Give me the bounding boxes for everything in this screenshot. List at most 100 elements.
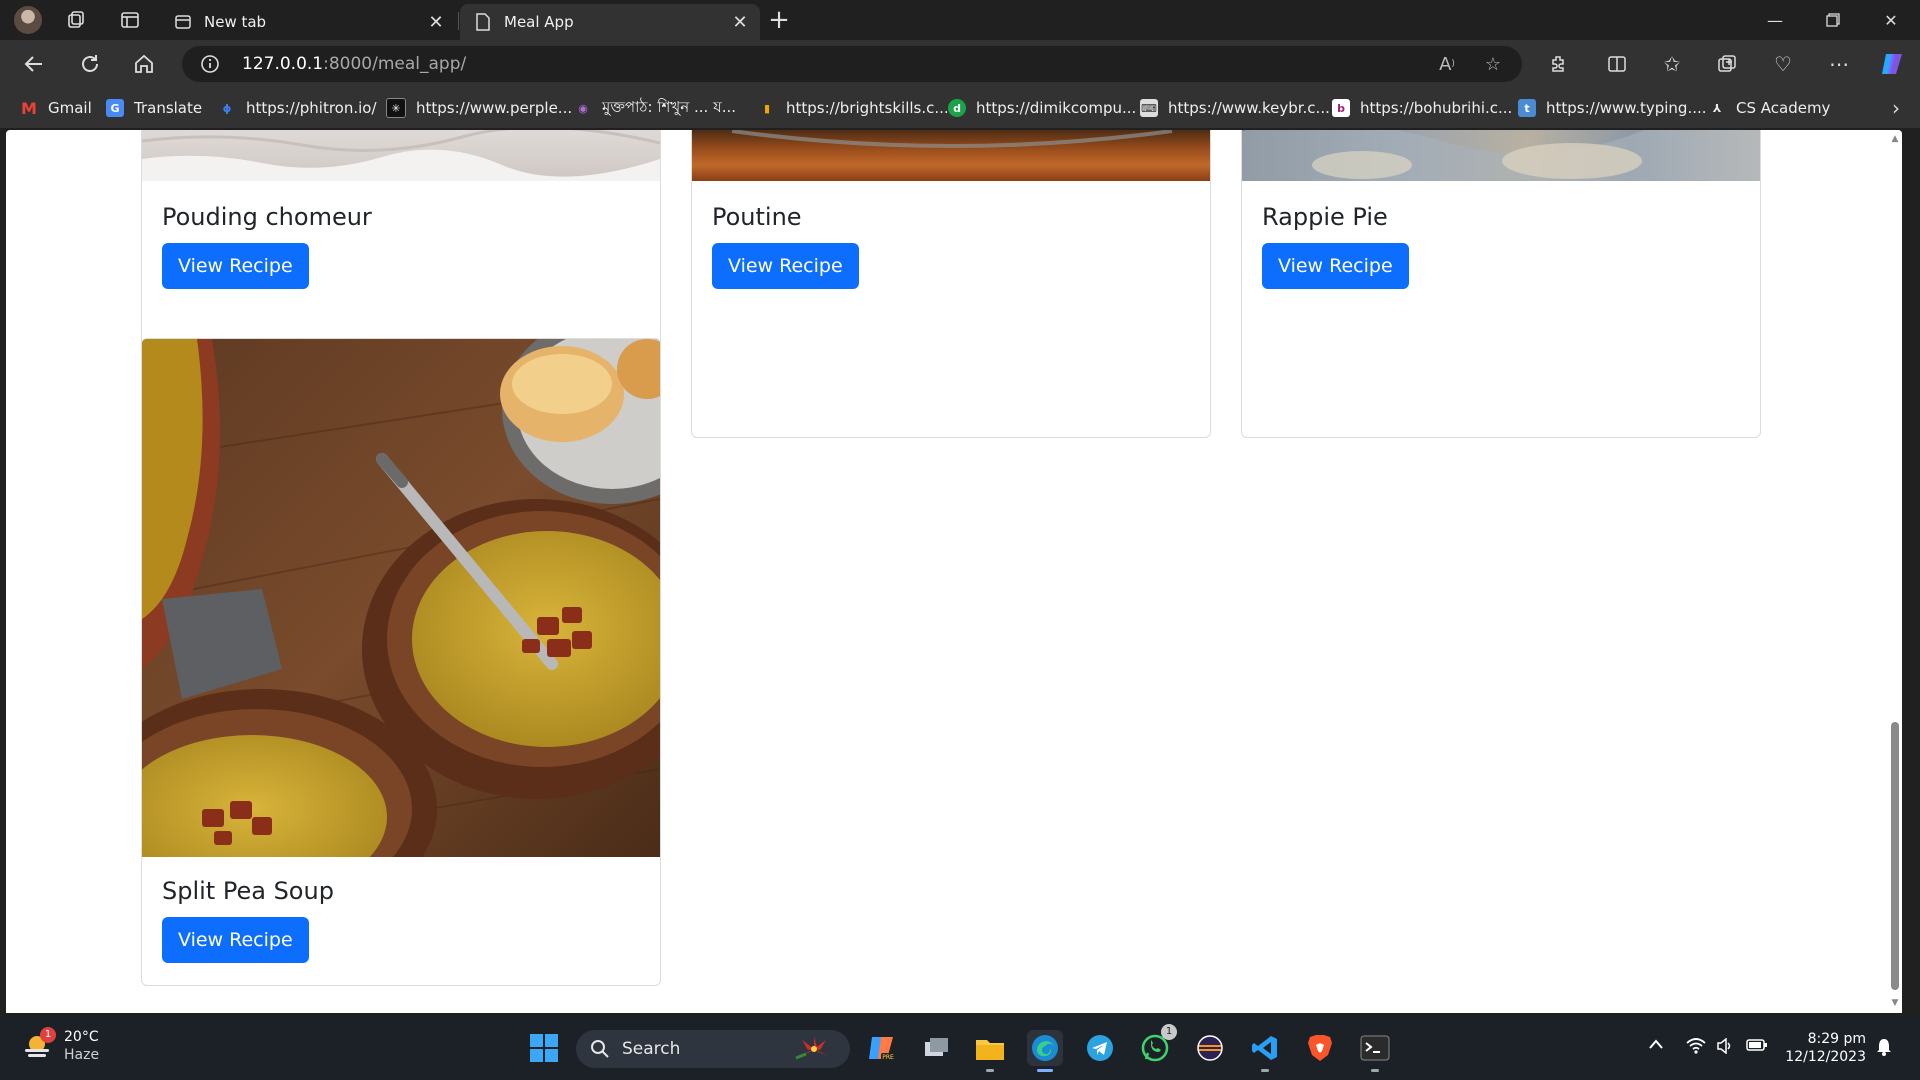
minimize-button[interactable]: — — [1746, 0, 1804, 40]
meal-image — [692, 130, 1210, 181]
bookmark-bohubrihi[interactable]: b https://bohubrihi.c... — [1332, 98, 1512, 118]
battery-icon[interactable] — [1746, 1038, 1768, 1056]
bohubrihi-icon: b — [1332, 99, 1350, 117]
bookmark-dimik[interactable]: d https://dimikcompu... — [948, 98, 1136, 118]
favorite-star-icon[interactable]: ☆ — [1478, 53, 1508, 75]
more-options-icon[interactable]: ⋯ — [1822, 48, 1856, 80]
svg-text:PRE: PRE — [882, 1054, 894, 1061]
tab-new-tab[interactable]: New tab ✕ — [160, 4, 456, 40]
extensions-icon[interactable] — [1541, 48, 1575, 80]
chevron-right-icon[interactable]: › — [1892, 96, 1900, 120]
copilot-preview-app-icon[interactable]: PRE — [864, 1030, 900, 1066]
brightskills-icon: ▮ — [763, 101, 771, 115]
volume-icon[interactable] — [1716, 1037, 1734, 1058]
restore-button[interactable] — [1804, 0, 1862, 40]
meal-name: Poutine — [712, 203, 802, 231]
bookmark-brightskills[interactable]: ▮ https://brightskills.c... — [758, 98, 949, 118]
csacademy-icon: ⅄ — [1712, 101, 1722, 115]
search-label: Search — [622, 1039, 681, 1059]
address-bar[interactable]: 127.0.0.1:8000/meal_app/ A) ☆ — [182, 46, 1522, 82]
muktopaath-icon: ◉ — [578, 101, 588, 115]
scroll-down-icon[interactable]: ▼ — [1890, 998, 1900, 1008]
bookmark-typing[interactable]: t https://www.typing.... — [1518, 98, 1707, 118]
meal-card: Rappie Pie View Recipe — [1241, 130, 1761, 438]
view-recipe-button[interactable]: View Recipe — [712, 243, 859, 289]
meal-name: Rappie Pie — [1262, 203, 1388, 231]
bookmark-csacademy[interactable]: ⅄ CS Academy — [1708, 98, 1831, 118]
close-tab-icon[interactable]: ✕ — [726, 8, 754, 36]
perplexity-icon: ✳ — [386, 98, 406, 118]
running-indicator — [1371, 1069, 1379, 1072]
refresh-button[interactable] — [72, 48, 108, 80]
running-indicator — [986, 1069, 994, 1072]
meal-image — [142, 130, 660, 181]
close-tab-icon[interactable]: ✕ — [422, 8, 450, 36]
brave-browser-icon[interactable] — [1302, 1030, 1338, 1066]
bookmark-translate[interactable]: G Translate — [106, 98, 202, 118]
bookmark-phitron[interactable]: ϕ https://phitron.io/ — [218, 98, 377, 118]
terminal-icon[interactable] — [1357, 1030, 1393, 1072]
bookmark-perplexity[interactable]: ✳ https://www.perple... — [386, 98, 572, 118]
task-view-app-icon[interactable] — [918, 1030, 954, 1066]
browser-essentials-icon[interactable]: ♡ — [1766, 48, 1800, 80]
vscode-icon[interactable] — [1247, 1030, 1283, 1072]
typing-icon: t — [1518, 99, 1536, 117]
profile-avatar[interactable] — [14, 6, 42, 34]
edge-browser-icon[interactable] — [1027, 1030, 1063, 1072]
whatsapp-badge: 1 — [1161, 1024, 1177, 1040]
clock-time: 8:29 pm — [1807, 1031, 1866, 1047]
active-indicator — [1037, 1069, 1053, 1072]
telegram-icon[interactable] — [1082, 1030, 1118, 1066]
collections-icon[interactable] — [1710, 48, 1744, 80]
view-recipe-button[interactable]: View Recipe — [1262, 243, 1409, 289]
weather-badge: 1 — [40, 1027, 56, 1043]
close-window-button[interactable]: ✕ — [1862, 0, 1920, 40]
url-text: 127.0.0.1:8000/meal_app/ — [242, 54, 467, 74]
site-info-icon[interactable] — [200, 54, 220, 74]
keybr-icon: ⌨ — [1140, 99, 1158, 117]
new-tab-button[interactable]: + — [764, 6, 794, 36]
tab-divider — [458, 12, 459, 30]
weather-widget[interactable]: 1 20°C Haze — [22, 1027, 99, 1064]
dimik-icon: d — [948, 99, 966, 117]
new-tab-page-icon — [174, 13, 192, 31]
bookmark-gmail[interactable]: M Gmail — [20, 98, 92, 118]
split-screen-icon[interactable] — [1600, 48, 1634, 80]
meal-card: Split Pea Soup View Recipe — [141, 338, 661, 986]
tab-title: New tab — [204, 13, 267, 31]
read-aloud-icon[interactable]: A) — [1432, 53, 1462, 75]
bookmark-muktopaath[interactable]: ◉ মুক্তপাঠ: শিখুন ... য... — [574, 98, 736, 118]
tab-title: Meal App — [504, 13, 574, 31]
copilot-icon[interactable] — [1876, 48, 1910, 80]
back-button[interactable] — [16, 48, 52, 80]
phitron-icon: ϕ — [222, 101, 232, 115]
scrollbar-thumb[interactable] — [1891, 722, 1899, 990]
meal-image — [1242, 130, 1760, 181]
favorites-icon[interactable]: ✩ — [1655, 48, 1689, 80]
file-explorer-icon[interactable] — [972, 1030, 1008, 1072]
gmail-icon: M — [21, 98, 37, 118]
eclipse-icon[interactable] — [1192, 1030, 1228, 1066]
meal-name: Pouding chomeur — [162, 203, 372, 231]
page-scrollbar[interactable]: ▲ ▼ — [1888, 130, 1902, 1013]
show-hidden-icons-chevron-icon[interactable] — [1648, 1038, 1664, 1054]
workspaces-icon[interactable] — [64, 8, 88, 32]
translate-icon: G — [106, 99, 124, 117]
weather-haze-icon: 1 — [22, 1027, 56, 1061]
tab-meal-app[interactable]: Meal App ✕ — [460, 4, 760, 40]
notification-bell-icon[interactable] — [1876, 1038, 1892, 1060]
start-button[interactable] — [526, 1030, 562, 1066]
bookmark-keybr[interactable]: ⌨ https://www.keybr.c... — [1140, 98, 1330, 118]
taskbar-clock[interactable]: 8:29 pm 12/12/2023 — [1785, 1030, 1866, 1066]
taskbar-search[interactable]: Search — [576, 1030, 850, 1068]
view-recipe-button[interactable]: View Recipe — [162, 243, 309, 289]
wifi-icon[interactable] — [1686, 1038, 1706, 1058]
view-recipe-button[interactable]: View Recipe — [162, 917, 309, 963]
meal-image — [142, 339, 660, 857]
whatsapp-icon[interactable]: 1 — [1137, 1024, 1177, 1066]
home-button[interactable] — [126, 48, 162, 80]
vertical-tabs-icon[interactable] — [118, 8, 142, 32]
scroll-up-icon[interactable]: ▲ — [1890, 134, 1900, 144]
clock-date: 12/12/2023 — [1785, 1049, 1866, 1065]
taskbar: 1 20°C Haze Search PRE 1 8:29 pm 12/12/2… — [0, 1016, 1920, 1080]
